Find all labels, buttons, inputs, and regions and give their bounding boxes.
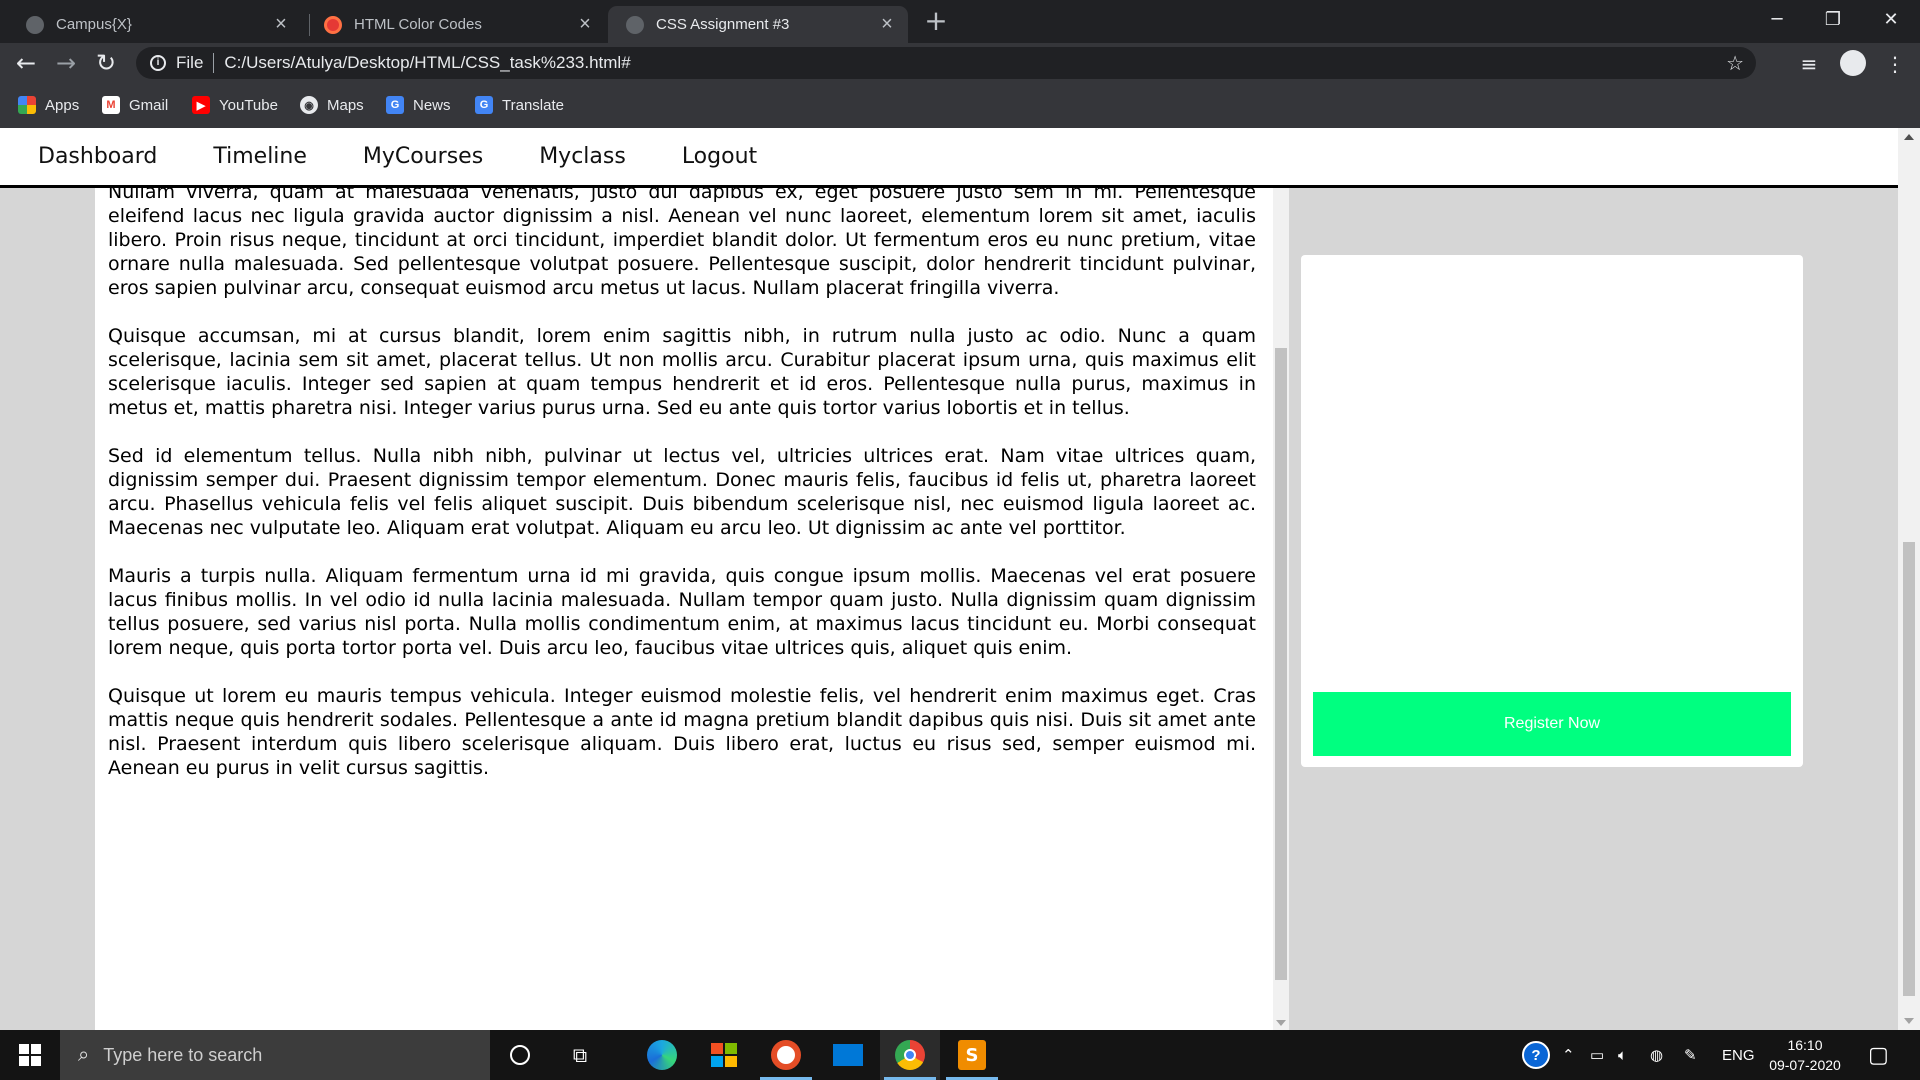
sublime-icon[interactable]: S xyxy=(942,1030,1002,1080)
clock-date: 09-07-2020 xyxy=(1769,1057,1841,1073)
reload-icon[interactable]: ↻ xyxy=(90,47,122,79)
bookmark-label: Gmail xyxy=(129,96,169,114)
apps-grid-icon xyxy=(18,96,36,114)
profile-avatar[interactable] xyxy=(1840,50,1866,76)
site-navbar: Dashboard Timeline MyCourses Myclass Log… xyxy=(0,128,1898,188)
windows-logo-icon xyxy=(19,1044,41,1066)
paragraph: Quisque ut lorem eu mauris tempus vehicu… xyxy=(108,685,1256,779)
network-icon[interactable]: ◍ xyxy=(1650,1030,1663,1080)
bookmark-label: YouTube xyxy=(219,96,278,114)
search-placeholder: Type here to search xyxy=(103,1044,263,1065)
scheme-label: File xyxy=(176,53,204,72)
bookmark-translate[interactable]: G Translate xyxy=(475,94,564,116)
tab-title: Campus{X} xyxy=(56,16,132,33)
address-divider xyxy=(213,53,215,73)
system-clock[interactable]: 16:10 09-07-2020 xyxy=(1750,1035,1860,1075)
html-color-codes-icon xyxy=(324,15,342,34)
battery-icon[interactable]: ▭ xyxy=(1590,1030,1604,1080)
register-now-button[interactable]: Register Now xyxy=(1313,692,1791,756)
bookmark-label: Translate xyxy=(502,96,564,114)
register-card: Register Now xyxy=(1301,255,1803,767)
star-icon[interactable]: ☆ xyxy=(1726,51,1744,76)
paragraph: Mauris a turpis nulla. Aliquam fermentum… xyxy=(108,565,1256,659)
news-icon: G xyxy=(386,96,404,114)
globe-icon xyxy=(626,15,644,34)
content-panel[interactable]: Nullam viverra, quam at malesuada venena… xyxy=(95,188,1273,1030)
tab-html-color-codes[interactable]: HTML Color Codes × xyxy=(306,6,606,43)
taskbar-search[interactable]: ⌕ Type here to search xyxy=(60,1030,490,1080)
edge-icon[interactable] xyxy=(632,1030,692,1080)
translate-icon: G xyxy=(475,96,493,114)
nav-logout[interactable]: Logout xyxy=(682,144,757,169)
forward-arrow-icon[interactable]: → xyxy=(50,47,82,79)
scroll-down-icon[interactable] xyxy=(1904,1018,1914,1024)
bookmark-apps[interactable]: Apps xyxy=(18,94,79,116)
pen-icon[interactable]: ✎ xyxy=(1684,1030,1697,1080)
minimize-button[interactable]: ─ xyxy=(1748,0,1806,40)
task-view-icon[interactable]: ⧉ xyxy=(550,1030,610,1080)
bookmark-youtube[interactable]: ▶ YouTube xyxy=(192,94,278,116)
windows-taskbar: ⌕ Type here to search ⧉ S ? ⌃ ▭ 🔈︎ ◍ ✎ E… xyxy=(0,1030,1920,1080)
close-icon[interactable]: × xyxy=(878,13,896,36)
globe-icon xyxy=(26,15,44,34)
info-icon[interactable]: i xyxy=(150,55,166,71)
volume-icon[interactable]: 🔈︎ xyxy=(1618,1030,1627,1080)
tab-campusx[interactable]: Campus{X} × xyxy=(8,6,302,43)
nav-mycourses[interactable]: MyCourses xyxy=(363,144,483,169)
media-control-icon[interactable]: ≡ xyxy=(1796,51,1822,77)
nav-dashboard[interactable]: Dashboard xyxy=(38,144,157,169)
close-window-button[interactable]: ✕ xyxy=(1862,0,1920,40)
start-button[interactable] xyxy=(0,1030,60,1080)
article-body: Nullam viverra, quam at malesuada venena… xyxy=(108,188,1256,804)
close-icon[interactable]: × xyxy=(272,13,290,36)
mail-icon[interactable] xyxy=(818,1030,878,1080)
back-arrow-icon[interactable]: ← xyxy=(10,47,42,79)
scroll-up-icon[interactable] xyxy=(1904,134,1914,140)
scroll-down-icon[interactable] xyxy=(1276,1020,1286,1026)
gmail-icon: M xyxy=(102,96,120,114)
media-icon[interactable] xyxy=(756,1030,816,1080)
restore-button[interactable]: ❐ xyxy=(1804,0,1862,40)
bookmark-label: News xyxy=(413,96,451,114)
address-url[interactable]: C:/Users/Atulya/Desktop/HTML/CSS_task%23… xyxy=(224,53,630,73)
page-viewport: Dashboard Timeline MyCourses Myclass Log… xyxy=(0,128,1920,1030)
notification-icon[interactable]: ▢ xyxy=(1868,1030,1889,1080)
nav-timeline[interactable]: Timeline xyxy=(213,144,307,169)
paragraph: Quisque accumsan, mi at cursus blandit, … xyxy=(108,325,1256,419)
content-scrollbar-thumb[interactable] xyxy=(1275,348,1287,980)
paragraph: Sed id elementum tellus. Nulla nibh nibh… xyxy=(108,445,1256,539)
close-icon[interactable]: × xyxy=(576,13,594,36)
bookmark-label: Maps xyxy=(327,96,364,114)
browser-tab-strip: Campus{X} × HTML Color Codes × CSS Assig… xyxy=(0,0,1920,43)
bookmarks-bar: Apps M Gmail ▶ YouTube ◉ Maps G News G T… xyxy=(0,83,1920,128)
content-scrollbar[interactable] xyxy=(1273,188,1289,1030)
bookmark-maps[interactable]: ◉ Maps xyxy=(300,94,364,116)
page-scrollbar[interactable] xyxy=(1898,128,1920,1030)
cortana-icon[interactable] xyxy=(490,1030,550,1080)
tab-title: HTML Color Codes xyxy=(354,16,482,33)
new-tab-button[interactable]: + xyxy=(920,6,952,38)
menu-icon[interactable]: ⋮ xyxy=(1882,51,1908,77)
chrome-icon[interactable] xyxy=(880,1030,940,1080)
bookmark-label: Apps xyxy=(45,96,80,114)
page-scrollbar-thumb[interactable] xyxy=(1903,542,1915,996)
search-icon: ⌕ xyxy=(78,1043,90,1066)
help-icon[interactable]: ? xyxy=(1522,1030,1550,1080)
nav-myclass[interactable]: Myclass xyxy=(539,144,626,169)
tab-title: CSS Assignment #3 xyxy=(656,16,790,33)
paragraph: Nullam viverra, quam at malesuada venena… xyxy=(108,188,1256,299)
maps-icon: ◉ xyxy=(300,96,318,114)
bookmark-gmail[interactable]: M Gmail xyxy=(102,94,168,116)
browser-toolbar: ← → ↻ i File C:/Users/Atulya/Desktop/HTM… xyxy=(0,43,1920,83)
bookmark-news[interactable]: G News xyxy=(386,94,451,116)
chevron-up-icon[interactable]: ⌃ xyxy=(1562,1030,1575,1080)
clock-time: 16:10 xyxy=(1787,1037,1823,1053)
address-bar[interactable]: i File C:/Users/Atulya/Desktop/HTML/CSS_… xyxy=(136,47,1756,79)
youtube-icon: ▶ xyxy=(192,96,210,114)
tab-css-assignment[interactable]: CSS Assignment #3 × xyxy=(608,6,908,43)
store-icon[interactable] xyxy=(694,1030,754,1080)
